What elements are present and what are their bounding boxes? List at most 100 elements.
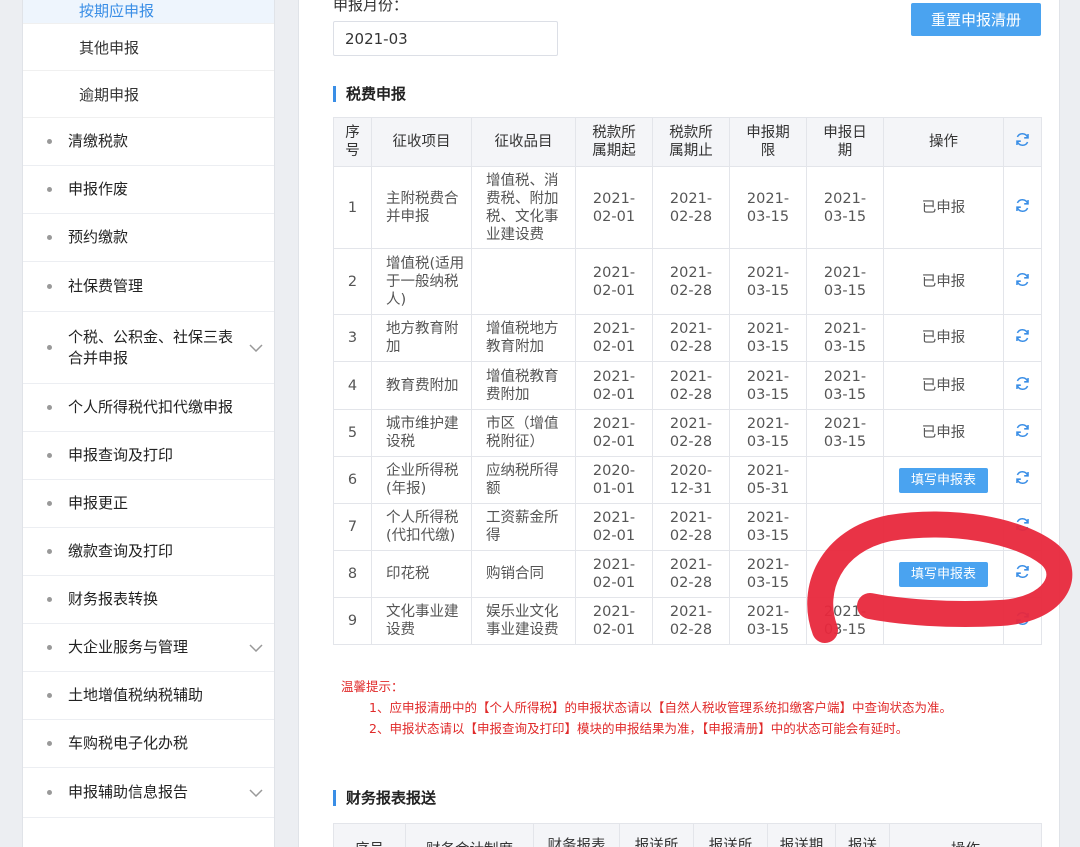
cell-subitem	[471, 248, 576, 315]
month-value: 2021-03	[345, 29, 408, 48]
tax-section-title: 税费申报	[333, 86, 406, 102]
cell-no: 4	[333, 361, 372, 410]
cell-start: 2020-01-01	[575, 456, 653, 504]
month-input[interactable]: 2021-03	[333, 21, 558, 56]
cell-start: 2021-02-01	[575, 314, 653, 362]
refresh-icon	[1016, 198, 1029, 212]
finance-table: 序号 财务会计制度 财务报表 报送所 报送所 报送期 报送 操作	[333, 823, 1042, 847]
col-header: 报送所	[693, 823, 768, 847]
sidebar-item[interactable]: 土地增值税纳税辅助	[23, 672, 274, 720]
sidebar-subitem-label: 按期应申报	[79, 2, 155, 20]
cell-end: 2021-02-28	[652, 550, 730, 598]
refresh-all-button[interactable]	[1003, 117, 1042, 167]
sidebar-subitem-other[interactable]: 其他申报	[23, 24, 274, 71]
cell-subitem: 增值税地方教育附加	[471, 314, 576, 362]
cell-start: 2021-02-01	[575, 409, 653, 457]
cell-no: 7	[333, 503, 372, 551]
cell-deadline: 2021-03-15	[729, 409, 807, 457]
bullet-dot	[47, 453, 52, 458]
refresh-row-button[interactable]	[1003, 314, 1042, 362]
table-row: 2 增值税(适用于一般纳税人) 2021-02-01 2021-02-28 2021-0…	[333, 248, 1042, 315]
refresh-icon	[1016, 424, 1029, 437]
refresh-row-button[interactable]	[1003, 248, 1042, 315]
cell-operation: 已申报	[883, 166, 1004, 249]
chevron-down-icon	[238, 643, 274, 652]
cell-date: 2021-03-15	[806, 314, 884, 362]
col-header: 申报期限	[729, 117, 807, 167]
cell-end: 2020-12-31	[652, 456, 730, 504]
red-scribble-annotation	[807, 511, 1073, 643]
sidebar-subitem-overdue[interactable]: 逾期申报	[23, 71, 274, 118]
table-row: 6 企业所得税(年报) 应纳税所得额 2020-01-01 2020-12-31 2021…	[333, 456, 1042, 504]
sidebar-item[interactable]: 清缴税款	[23, 118, 274, 166]
cell-end: 2021-02-28	[652, 314, 730, 362]
bullet-dot	[47, 139, 52, 144]
cell-deadline: 2021-03-15	[729, 597, 807, 645]
refresh-row-button[interactable]	[1003, 409, 1042, 457]
sidebar-item-label: 车购税电子化办税	[68, 734, 189, 752]
table-row: 3 地方教育附加 增值税地方教育附加 2021-02-01 2021-02-28 2021…	[333, 314, 1042, 362]
chevron-down-icon	[238, 343, 274, 352]
refresh-row-button[interactable]	[1003, 361, 1042, 410]
cell-item: 印花税	[371, 550, 472, 598]
cell-subitem: 市区（增值税附征）	[471, 409, 576, 457]
status-text: 已申报	[921, 330, 966, 346]
cell-start: 2021-02-01	[575, 503, 653, 551]
col-header: 序号	[333, 823, 406, 847]
col-header: 操作	[889, 823, 1042, 847]
sidebar-item[interactable]: 申报更正	[23, 480, 274, 528]
cell-deadline: 2021-03-15	[729, 248, 807, 315]
cell-deadline: 2021-03-15	[729, 361, 807, 410]
cell-date: 2021-03-15	[806, 409, 884, 457]
cell-subitem: 工资薪金所得	[471, 503, 576, 551]
cell-operation: 已申报	[883, 248, 1004, 315]
sidebar-item[interactable]: 个税、公积金、社保三表合并申报	[23, 312, 274, 384]
cell-no: 1	[333, 166, 372, 249]
cell-item: 教育费附加	[371, 361, 472, 410]
cell-no: 6	[333, 456, 372, 504]
cell-deadline: 2021-03-15	[729, 550, 807, 598]
reset-declaration-list-button[interactable]: 重置申报清册	[911, 3, 1041, 36]
sidebar-item[interactable]: 大企业服务与管理	[23, 624, 274, 672]
cell-item: 城市维护建设税	[371, 409, 472, 457]
cell-no: 9	[333, 597, 372, 645]
cell-date: 2021-03-15	[806, 248, 884, 315]
sidebar-item[interactable]: 申报作废	[23, 166, 274, 214]
col-header: 财务会计制度	[405, 823, 534, 847]
refresh-row-button[interactable]	[1003, 456, 1042, 504]
bullet-dot	[47, 549, 52, 554]
status-text: 已申报	[921, 273, 966, 290]
sidebar-item[interactable]: 个人所得税代扣代缴申报	[23, 384, 274, 432]
cell-deadline: 2021-05-31	[729, 456, 807, 504]
fill-declaration-button[interactable]: 填写申报表	[899, 467, 988, 493]
sidebar: 按期应申报 其他申报 逾期申报 清缴税款申报作废 预约缴款 社保费管理 个税、公积金、…	[22, 0, 275, 847]
cell-operation: 已申报	[883, 314, 1004, 362]
sidebar-item[interactable]: 申报辅助信息报告	[23, 768, 274, 818]
refresh-icon	[1016, 329, 1029, 342]
cell-date	[806, 456, 884, 504]
cell-deadline: 2021-03-15	[729, 503, 807, 551]
sidebar-item[interactable]: 车购税电子化办税	[23, 720, 274, 768]
col-header: 报送所	[619, 823, 694, 847]
status-text: 已申报	[921, 425, 966, 441]
bullet-dot	[47, 693, 52, 698]
cell-deadline: 2021-03-15	[729, 314, 807, 362]
status-text: 已申报	[921, 199, 966, 216]
sidebar-item[interactable]: 缴款查询及打印	[23, 528, 274, 576]
bullet-dot	[47, 645, 52, 650]
refresh-row-button[interactable]	[1003, 166, 1042, 249]
sidebar-subitem-regular[interactable]: 按期应申报	[23, 0, 274, 24]
refresh-icon	[1016, 376, 1029, 390]
sidebar-item[interactable]: 预约缴款	[23, 214, 274, 262]
bullet-dot	[47, 235, 52, 240]
cell-subitem: 娱乐业文化事业建设费	[471, 597, 576, 645]
refresh-icon	[1016, 272, 1029, 286]
sidebar-item[interactable]: 申报查询及打印	[23, 432, 274, 480]
cell-date: 2021-03-15	[806, 166, 884, 249]
sidebar-item[interactable]: 财务报表转换	[23, 576, 274, 624]
sidebar-item[interactable]: 社保费管理	[23, 262, 274, 312]
sidebar-item-label: 清缴税款	[68, 132, 129, 150]
refresh-icon	[1016, 471, 1029, 484]
cell-start: 2021-02-01	[575, 166, 653, 249]
bullet-dot	[47, 741, 52, 746]
